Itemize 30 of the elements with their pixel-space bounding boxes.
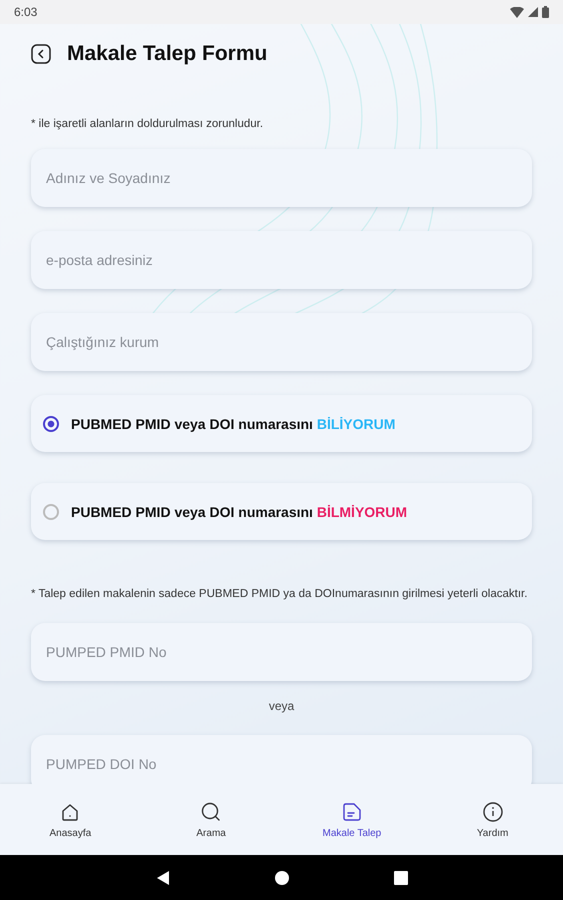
back-icon[interactable]	[156, 870, 170, 886]
option-card[interactable]: PUBMED PMID veya DOI numarasını BİLİYORUM	[31, 395, 532, 452]
input-field[interactable]: e-posta adresiniz	[31, 231, 532, 289]
recents-icon[interactable]	[394, 870, 408, 884]
wifi-icon	[510, 6, 524, 18]
status-time: 6:03	[14, 5, 38, 19]
search-icon	[200, 800, 222, 822]
required-note: * ile işaretli alanların doldurulması zorunludur.	[31, 117, 264, 132]
home-icon[interactable]	[274, 870, 288, 884]
radio-button[interactable]	[43, 504, 59, 520]
nav-tab[interactable]: Makale Talep	[282, 784, 422, 855]
input-field[interactable]: PUMPED DOI No	[31, 735, 532, 784]
input-field[interactable]: Çalıştığınız kurum	[31, 313, 532, 371]
separator-text: veya	[268, 699, 296, 713]
nav-tab[interactable]: Anasayfa	[0, 784, 141, 855]
option-card[interactable]: PUBMED PMID veya DOI numarasını BİLMİYORUM	[31, 483, 532, 540]
option-label: PUBMED PMID veya DOI numarasını BİLİYORUM	[71, 416, 396, 432]
input-field[interactable]: Adınız ve Soyadınız	[31, 149, 532, 207]
signal-icon	[528, 7, 538, 17]
nav-tab[interactable]: Yardım	[422, 784, 563, 855]
input-field[interactable]: PUMPED PMID No	[31, 623, 532, 681]
nav-tab[interactable]: Arama	[140, 784, 282, 855]
back-button[interactable]	[31, 44, 51, 64]
page-title: Makale Talep Formu	[67, 42, 268, 66]
radio-button[interactable]	[43, 416, 59, 432]
info-note: * Talep edilen makalenin sadece PUBMED PMID ya da DOInumarasının girilmesi yeterli olacaktır.	[31, 587, 528, 602]
document-icon	[340, 800, 363, 822]
battery-icon	[542, 6, 549, 18]
option-label: PUBMED PMID veya DOI numarasını BİLMİYORUM	[71, 504, 408, 520]
info-icon	[482, 800, 504, 822]
